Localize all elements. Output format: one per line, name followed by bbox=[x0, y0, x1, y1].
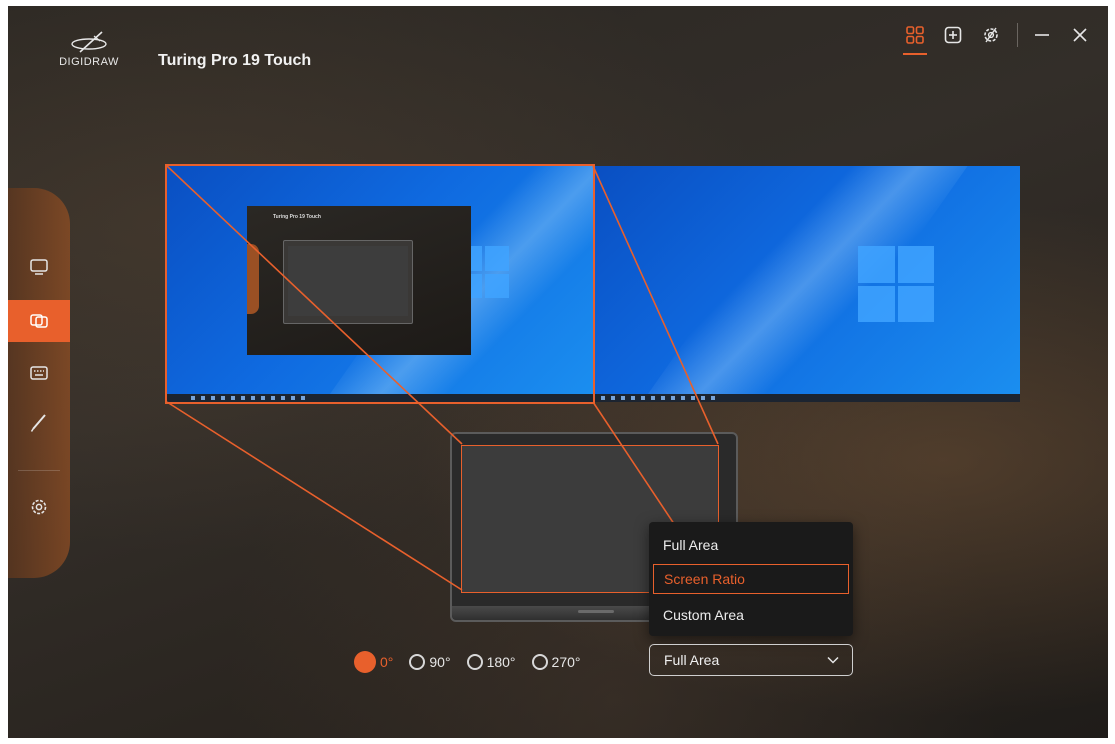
rotation-180-radio[interactable]: 180° bbox=[466, 654, 516, 670]
area-dropdown-menu: Full Area Screen Ratio Custom Area bbox=[649, 522, 853, 636]
area-select-value: Full Area bbox=[664, 652, 720, 668]
radio-circle-icon bbox=[531, 654, 548, 670]
mapping-lines bbox=[166, 165, 719, 591]
rotation-options: 0° 90° 180° 270° bbox=[354, 651, 597, 673]
radio-circle-icon bbox=[354, 651, 376, 673]
rotation-90-radio[interactable]: 90° bbox=[409, 654, 451, 670]
rotation-270-radio[interactable]: 270° bbox=[531, 654, 581, 670]
app-window: DIGIDRAW Turing Pro 19 Touch Turing Pro … bbox=[8, 6, 1108, 738]
radio-circle-icon bbox=[409, 654, 426, 670]
rotation-0-radio[interactable]: 0° bbox=[354, 651, 393, 673]
radio-circle-icon bbox=[466, 654, 483, 670]
dropdown-option-screen-ratio[interactable]: Screen Ratio bbox=[653, 564, 849, 594]
area-select[interactable]: Full Area bbox=[649, 644, 853, 676]
dropdown-option-full-area[interactable]: Full Area bbox=[653, 530, 849, 560]
chevron-down-icon bbox=[827, 656, 839, 664]
dropdown-option-custom-area[interactable]: Custom Area bbox=[653, 600, 849, 630]
